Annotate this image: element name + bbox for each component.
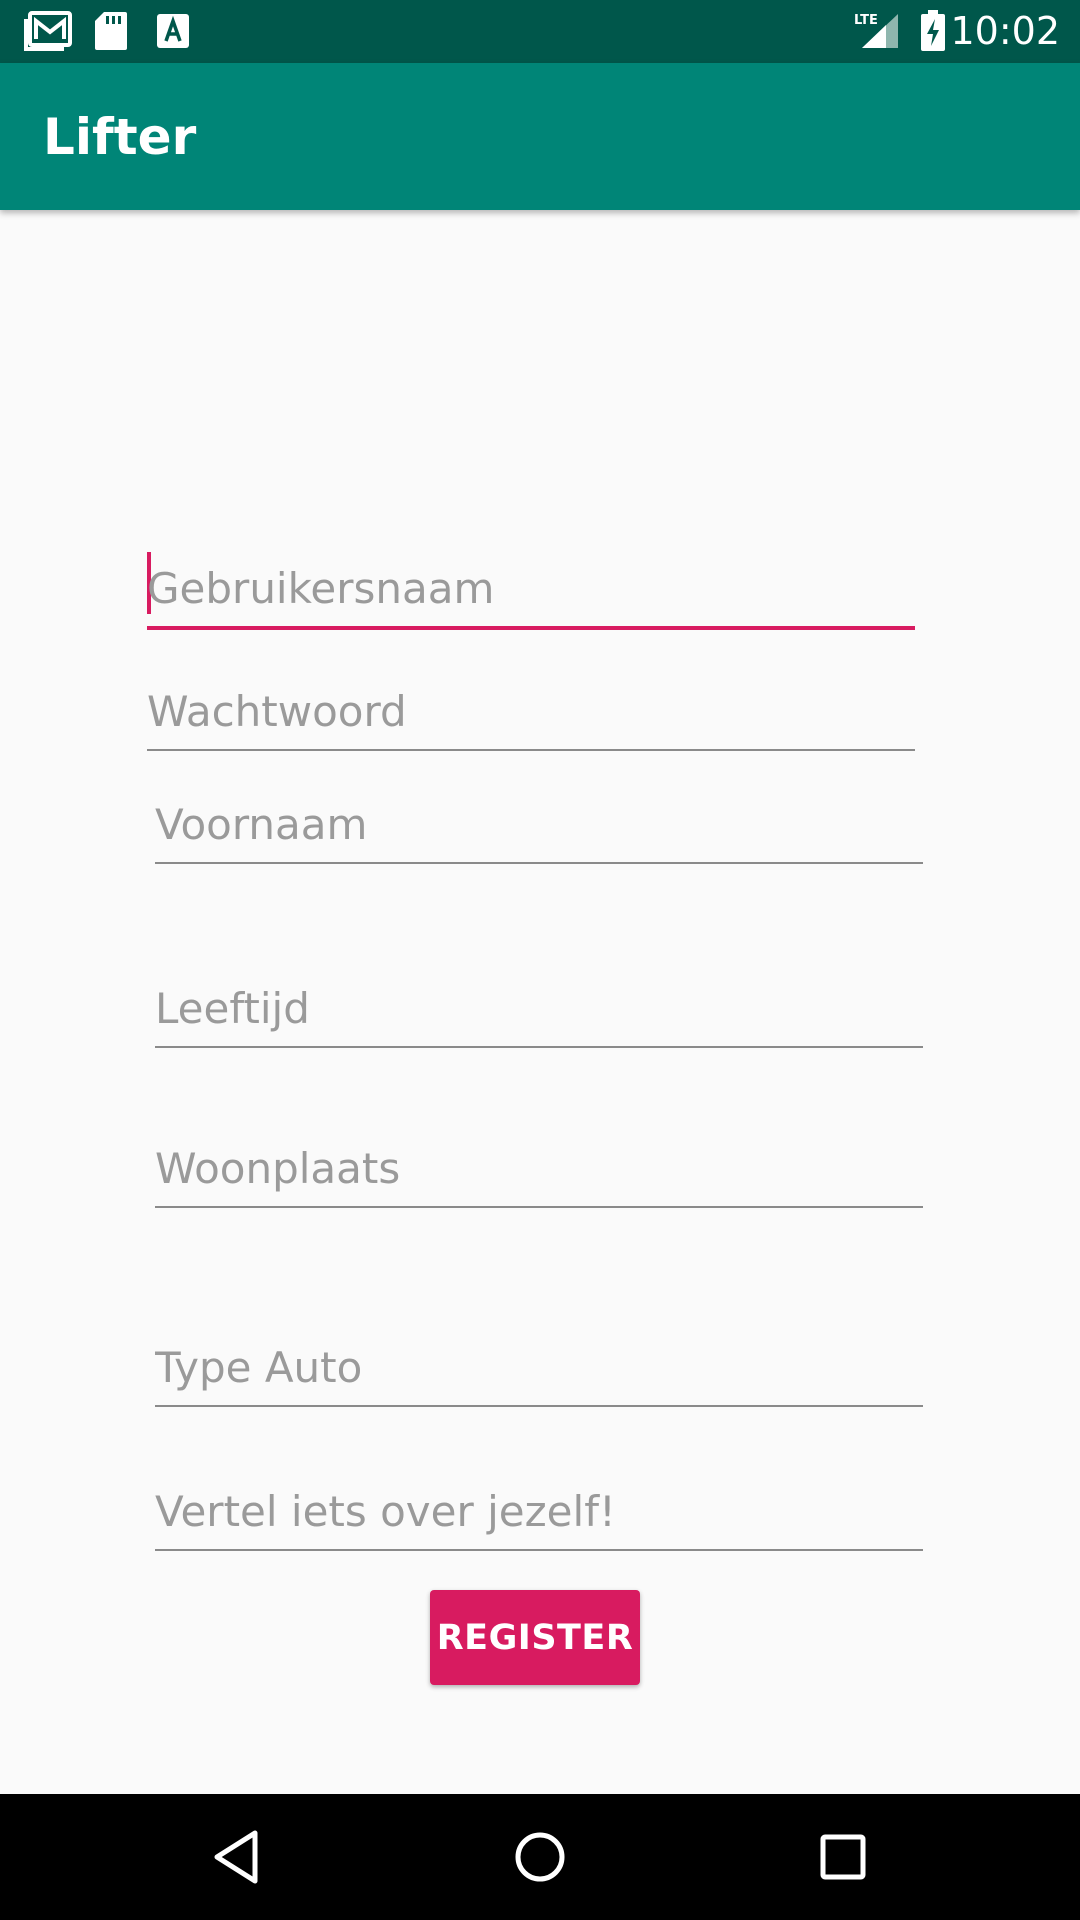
age-field[interactable] — [155, 968, 923, 1048]
password-input[interactable] — [147, 683, 907, 739]
app-bar: Lifter — [0, 63, 1080, 210]
sd-card-icon — [94, 11, 128, 55]
back-button[interactable] — [201, 1822, 271, 1892]
username-input[interactable] — [147, 560, 907, 616]
gmail-icon — [24, 11, 72, 55]
navigation-bar — [0, 1794, 1080, 1920]
username-field[interactable] — [147, 546, 915, 630]
about-field[interactable] — [155, 1471, 923, 1551]
firstname-input[interactable] — [155, 796, 915, 852]
app-title: Lifter — [43, 108, 197, 166]
network-label: LTE — [854, 13, 878, 28]
about-input[interactable] — [155, 1483, 915, 1539]
battery-charging-icon — [920, 10, 946, 56]
recents-button[interactable] — [808, 1822, 878, 1892]
status-time: 10:02 — [950, 9, 1060, 53]
age-input[interactable] — [155, 980, 915, 1036]
password-field[interactable] — [147, 671, 915, 751]
registration-form — [0, 210, 1080, 1794]
firstname-field[interactable] — [155, 784, 923, 864]
status-bar: LTE 10:02 — [0, 0, 1080, 63]
car-type-input[interactable] — [155, 1339, 915, 1395]
font-download-icon — [156, 11, 190, 55]
city-input[interactable] — [155, 1140, 915, 1196]
city-field[interactable] — [155, 1128, 923, 1208]
lte-signal-icon: LTE — [852, 10, 900, 54]
register-button[interactable]: REGISTER — [430, 1590, 640, 1685]
home-button[interactable] — [505, 1822, 575, 1892]
home-icon — [515, 1832, 565, 1882]
recents-icon — [820, 1834, 866, 1880]
car-type-field[interactable] — [155, 1327, 923, 1407]
back-icon — [214, 1830, 258, 1884]
